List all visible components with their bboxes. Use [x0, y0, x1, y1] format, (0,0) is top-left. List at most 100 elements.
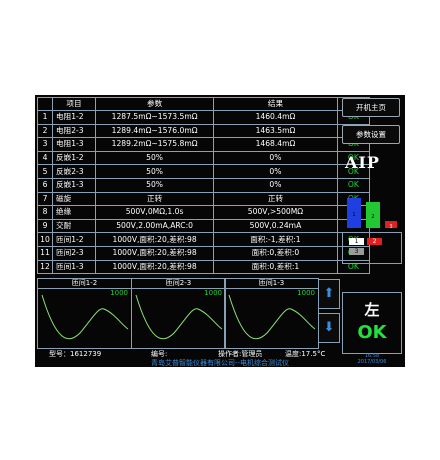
- table-row: 6 反嵌1-3 50% 0% OK: [36, 177, 371, 193]
- scroll-down-button[interactable]: ⬇: [318, 313, 340, 343]
- row-param: 1000V,面积:20,差积:98: [94, 245, 215, 261]
- table-row: 11匝间2-31000V,面积:20,差积:98面积:0,差积:0OK: [36, 245, 371, 261]
- row-number: 5: [36, 164, 54, 179]
- clock: 16:58 2017/03/06: [342, 353, 402, 365]
- row-item: 交耐: [52, 218, 96, 234]
- row-param: 500V,2.00mA,ARC:0: [94, 218, 215, 234]
- wave-panel-2-3: 匝间2-3 1000: [131, 278, 226, 349]
- row-number: 1: [36, 110, 54, 125]
- row-result: 面积:0,差积:1: [213, 259, 338, 275]
- table-row: 9交耐500V,2.00mA,ARC:0500V,0.24mAOK: [36, 218, 371, 234]
- row-number: 4: [36, 150, 54, 166]
- row-number: 11: [36, 245, 54, 261]
- waveform-1-2: [41, 294, 129, 340]
- date: 2017/03/06: [357, 359, 387, 365]
- row-result: 面积:0,差积:0: [213, 245, 338, 261]
- row-number: 7: [36, 191, 54, 207]
- row-number: 12: [36, 259, 54, 275]
- row-param: 500V,0MΩ,1.0s: [94, 205, 215, 220]
- table-row: 3电阻1-31289.2mΩ~1575.8mΩ1468.4mΩOK: [36, 137, 371, 152]
- row-item: 绝缘: [52, 205, 96, 220]
- table-row: 7磁旋正转正转OK: [36, 191, 371, 207]
- row-param: 正转: [94, 191, 215, 207]
- table-row: 12 匝间1-3 1000V,面积:20,差积:98 面积:0,差积:1 OK: [36, 259, 371, 275]
- table-row: 4 反嵌1-2 50% 0% OK: [36, 150, 371, 166]
- row-item: 反嵌1-2: [52, 150, 96, 166]
- row-result: 500V,>500MΩ: [213, 205, 338, 220]
- table-row: 1电阻1-21287.5mΩ~1573.5mΩ1460.4mΩOK: [36, 110, 371, 125]
- level-bar-3: 3: [385, 221, 397, 231]
- row-result: 0%: [213, 177, 338, 193]
- row-number: 9: [36, 218, 54, 234]
- table-row: 10匝间1-21000V,面积:20,差积:98面积:-1,差积:1OK: [36, 232, 371, 247]
- channel-1: 1: [349, 238, 364, 245]
- row-result: 1460.4mΩ: [213, 110, 338, 125]
- arrow-down-icon: ⬇: [323, 320, 335, 335]
- channel-2: 2: [367, 238, 382, 245]
- aip-logo: AIP: [345, 153, 380, 172]
- row-param: 1287.5mΩ~1573.5mΩ: [94, 110, 215, 125]
- row-param: 50%: [94, 150, 215, 166]
- row-param: 1000V,面积:20,差积:98: [94, 232, 215, 247]
- row-number: 3: [36, 137, 54, 152]
- col-no: [36, 97, 54, 111]
- results-table: 项目 参数 结果 判定 1电阻1-21287.5mΩ~1573.5mΩ1460.…: [36, 97, 371, 275]
- test-result-panel: 左 OK: [342, 292, 402, 354]
- row-param: 50%: [94, 164, 215, 179]
- row-item: 电阻1-3: [52, 137, 96, 152]
- row-item: 反嵌2-3: [52, 164, 96, 179]
- row-item: 磁旋: [52, 191, 96, 207]
- rotation-direction: 左: [364, 301, 380, 319]
- row-item: 匝间1-3: [52, 259, 96, 275]
- level-bar-label: 2: [371, 213, 375, 220]
- table-body: 1电阻1-21287.5mΩ~1573.5mΩ1460.4mΩOK2电阻2-31…: [36, 110, 371, 275]
- row-result: 1463.5mΩ: [213, 123, 338, 139]
- col-item: 项目: [52, 97, 96, 111]
- row-number: 6: [36, 177, 54, 193]
- level-bar-1: 1: [347, 198, 361, 228]
- tester-screen: 项目 参数 结果 判定 1电阻1-21287.5mΩ~1573.5mΩ1460.…: [35, 95, 405, 367]
- col-result: 结果: [213, 97, 338, 111]
- level-bar-2: 2: [366, 202, 380, 228]
- row-item: 电阻1-2: [52, 110, 96, 125]
- row-param: 1289.2mΩ~1575.8mΩ: [94, 137, 215, 152]
- row-number: 2: [36, 123, 54, 139]
- row-item: 电阻2-3: [52, 123, 96, 139]
- overall-result: OK: [357, 322, 387, 343]
- waveform-1-3: [228, 294, 316, 340]
- level-bars: 1 2 3: [345, 178, 397, 231]
- row-item: 反嵌1-3: [52, 177, 96, 193]
- row-result: 面积:-1,差积:1: [213, 232, 338, 247]
- wave-title: 匝间1-2: [38, 279, 131, 289]
- row-result: 1468.4mΩ: [213, 137, 338, 152]
- arrow-up-icon: ⬆: [323, 286, 335, 301]
- row-number: 10: [36, 232, 54, 247]
- row-number: 8: [36, 205, 54, 220]
- row-result: 0%: [213, 150, 338, 166]
- table-row: 2电阻2-31289.4mΩ~1576.0mΩ1463.5mΩOK: [36, 123, 371, 139]
- col-param: 参数: [94, 97, 215, 111]
- row-item: 匝间1-2: [52, 232, 96, 247]
- home-button[interactable]: 开机主页: [342, 98, 400, 117]
- waveform-2-3: [135, 294, 223, 340]
- row-param: 1000V,面积:20,差积:98: [94, 259, 215, 275]
- row-param: 50%: [94, 177, 215, 193]
- row-item: 匝间2-3: [52, 245, 96, 261]
- settings-button[interactable]: 参数设置: [342, 125, 400, 144]
- wave-panel-1-2: 匝间1-2 1000: [37, 278, 132, 349]
- scroll-up-button[interactable]: ⬆: [318, 279, 340, 309]
- row-result: 正转: [213, 191, 338, 207]
- level-bar-label: 3: [389, 224, 393, 231]
- table-row: 8绝缘500V,0MΩ,1.0s500V,>500MΩOK: [36, 205, 371, 220]
- row-result: 0%: [213, 164, 338, 179]
- wave-title: 匝间1-3: [225, 279, 318, 289]
- channel-indicator: 1 2 3: [342, 232, 402, 264]
- level-bar-label: 1: [352, 211, 356, 218]
- table-header-row: 项目 参数 结果 判定: [36, 97, 371, 111]
- row-result: 500V,0.24mA: [213, 218, 338, 234]
- wave-title: 匝间2-3: [132, 279, 225, 289]
- channel-3: 3: [349, 248, 364, 255]
- row-param: 1289.4mΩ~1576.0mΩ: [94, 123, 215, 139]
- table-row: 5 反嵌2-3 50% 0% OK: [36, 164, 371, 179]
- wave-panel-1-3: 匝间1-3 1000: [224, 278, 319, 349]
